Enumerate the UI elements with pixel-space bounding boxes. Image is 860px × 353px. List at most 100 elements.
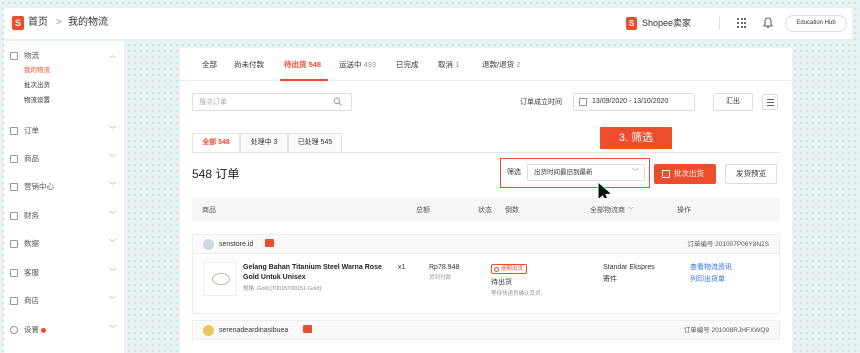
sidebar-group-label: 物流 bbox=[24, 51, 39, 60]
order-table-header: 商品 总额 状态 倒数 全部物流商 ﹀ 操作 bbox=[192, 198, 780, 222]
active-tab-indicator bbox=[280, 79, 328, 81]
export-button[interactable]: 汇出 bbox=[713, 93, 753, 111]
header-channel-filter[interactable]: 全部物流商 ﹀ bbox=[590, 206, 634, 216]
wallet-icon bbox=[10, 212, 18, 220]
sidebar-item-my-shipment[interactable]: 我的物流 bbox=[24, 66, 50, 75]
breadcrumb-current: 我的物流 bbox=[68, 17, 108, 28]
sidebar-group-data[interactable]: 数据 ﹀ bbox=[4, 238, 124, 252]
sidebar-item-mass-ship[interactable]: 批次出货 bbox=[24, 81, 50, 90]
sidebar-group-label: 数据 bbox=[24, 239, 39, 248]
main-panel: 全部 尚未付款 待出货 548 运送中 493 已完成 取消 1 退款/退货 2… bbox=[180, 48, 792, 353]
subtabs-divider bbox=[192, 152, 780, 153]
gear-icon bbox=[10, 326, 18, 334]
bell-icon[interactable] bbox=[763, 17, 773, 29]
search-box bbox=[192, 93, 352, 111]
subtab-all[interactable]: 全部 548 bbox=[192, 133, 240, 153]
sidebar-group-shop[interactable]: 商店 ﹀ bbox=[4, 295, 124, 309]
buyer-username[interactable]: serenadeardinasibuea bbox=[219, 326, 288, 335]
chevron-down-icon: ﹀ bbox=[109, 155, 116, 162]
buyer-username[interactable]: senstore.id bbox=[219, 240, 253, 249]
orders-count: 548 订单 bbox=[192, 167, 240, 181]
box-icon bbox=[662, 170, 670, 178]
chevron-down-icon: ﹀ bbox=[628, 208, 635, 214]
print-waybill-link[interactable]: 列印出货单 bbox=[690, 275, 725, 285]
order-row: Gelang Bahan Titanium Steel Warna Rose G… bbox=[192, 254, 780, 314]
date-range-picker[interactable]: 13/09/2020 - 13/10/2020 bbox=[573, 93, 695, 111]
brand-logo: S bbox=[626, 17, 637, 30]
order-id: 订单编号 201007P06Y8N2S bbox=[687, 241, 769, 248]
tab-shipping[interactable]: 运送中 493 bbox=[339, 60, 376, 70]
status-badge: 逾期出货 bbox=[491, 264, 528, 274]
date-filter-label: 订单成立时间 bbox=[520, 99, 562, 106]
sidebar-group-label: 商店 bbox=[24, 296, 39, 305]
tab-cancelled[interactable]: 取消 1 bbox=[438, 60, 459, 70]
batch-ship-button[interactable]: 批次出货 bbox=[654, 164, 716, 184]
menu-icon[interactable] bbox=[762, 94, 778, 110]
chart-icon bbox=[10, 240, 18, 248]
header-divider bbox=[719, 17, 720, 30]
product-quantity: x1 bbox=[398, 264, 406, 271]
sidebar-group-label: 客服 bbox=[24, 268, 39, 277]
product-icon bbox=[10, 155, 18, 163]
breadcrumb-home[interactable]: 首页 bbox=[28, 16, 48, 30]
view-shipping-info-link[interactable]: 查看物流资讯 bbox=[690, 263, 732, 273]
tab-completed[interactable]: 已完成 bbox=[396, 60, 419, 70]
header-total: 总额 bbox=[416, 207, 430, 214]
chevron-up-icon: ︿ bbox=[109, 52, 116, 59]
tab-return-refund[interactable]: 退款/退货 2 bbox=[482, 60, 520, 70]
chat-icon[interactable] bbox=[303, 325, 312, 333]
sidebar-item-shipping-settings[interactable]: 物流设置 bbox=[24, 96, 50, 105]
order-header-row: serenadeardinasibuea 订单编号 201008RJHFXWQ9 bbox=[192, 320, 780, 340]
tab-all[interactable]: 全部 bbox=[202, 60, 217, 70]
header-product: 商品 bbox=[202, 207, 216, 214]
sidebar-group-orders[interactable]: 订单 ﹀ bbox=[4, 125, 124, 139]
apps-grid-icon[interactable] bbox=[737, 18, 747, 28]
tag-icon bbox=[10, 183, 18, 191]
subtab-processed[interactable]: 已处理 545 bbox=[288, 133, 342, 153]
tab-to-ship[interactable]: 待出货 548 bbox=[284, 60, 321, 70]
order-status-tabs: 全部 尚未付款 待出货 548 运送中 493 已完成 取消 1 退款/退货 2 bbox=[180, 48, 792, 81]
header-action: 操作 bbox=[677, 207, 691, 214]
search-input[interactable] bbox=[199, 96, 329, 108]
brand-name[interactable]: Shopee卖家 bbox=[642, 17, 691, 30]
payment-method: 货到付款 bbox=[429, 275, 452, 281]
chevron-down-icon: ﹀ bbox=[109, 212, 116, 219]
tab-unpaid[interactable]: 尚未付款 bbox=[234, 60, 264, 70]
sidebar-group-marketing[interactable]: 营销中心 ﹀ bbox=[4, 181, 124, 195]
search-icon[interactable] bbox=[333, 97, 342, 106]
sidebar-group-products[interactable]: 商品 ﹀ bbox=[4, 153, 124, 167]
sidebar-group-finance[interactable]: 财务 ﹀ bbox=[4, 210, 124, 224]
chat-icon bbox=[10, 269, 18, 277]
shop-icon bbox=[10, 297, 18, 305]
shipping-icon bbox=[10, 52, 18, 60]
subtab-processing[interactable]: 处理中 3 bbox=[240, 133, 288, 153]
sort-selected-value: 出货时间最旧到最新 bbox=[534, 169, 593, 176]
shipping-method: 寄件 bbox=[603, 276, 617, 283]
chat-icon[interactable] bbox=[265, 239, 274, 247]
order-total: Rp78.948 bbox=[429, 264, 460, 271]
order-status: 待出货 bbox=[491, 279, 512, 286]
header-countdown: 倒数 bbox=[505, 207, 519, 214]
chevron-down-icon: ﹀ bbox=[109, 269, 116, 276]
header-status: 状态 bbox=[478, 207, 492, 214]
order-id: 订单编号 201008RJHFXWQ9 bbox=[683, 327, 769, 334]
avatar bbox=[203, 325, 214, 336]
sidebar-group-settings[interactable]: 设置 ﹀ bbox=[4, 324, 124, 338]
batch-ship-label: 批次出货 bbox=[674, 169, 704, 178]
education-hub-button[interactable]: Education Hub bbox=[785, 15, 847, 32]
order-icon bbox=[10, 127, 18, 135]
status-note: 等待快递员确认其货。 bbox=[491, 291, 547, 297]
date-range-value: 13/09/2020 - 13/10/2020 bbox=[592, 98, 669, 105]
sort-dropdown[interactable]: 出货时间最旧到最新 ﹀ bbox=[527, 164, 645, 181]
sidebar-group-customer-service[interactable]: 客服 ﹀ bbox=[4, 267, 124, 281]
sort-filter-highlight: 筛选 出货时间最旧到最新 ﹀ bbox=[500, 158, 650, 188]
filter-label: 筛选 bbox=[507, 169, 521, 176]
sidebar-group-label: 营销中心 bbox=[24, 182, 54, 191]
product-thumbnail[interactable] bbox=[203, 262, 237, 296]
breadcrumb-separator: > bbox=[56, 17, 62, 28]
sidebar-group-shipping[interactable]: 物流 ︿ bbox=[4, 50, 124, 64]
chevron-down-icon: ﹀ bbox=[109, 183, 116, 190]
shipping-preview-button[interactable]: 发货预览 bbox=[725, 164, 777, 184]
sidebar-group-label: 商品 bbox=[24, 154, 39, 163]
shopee-logo[interactable]: S bbox=[12, 16, 24, 30]
